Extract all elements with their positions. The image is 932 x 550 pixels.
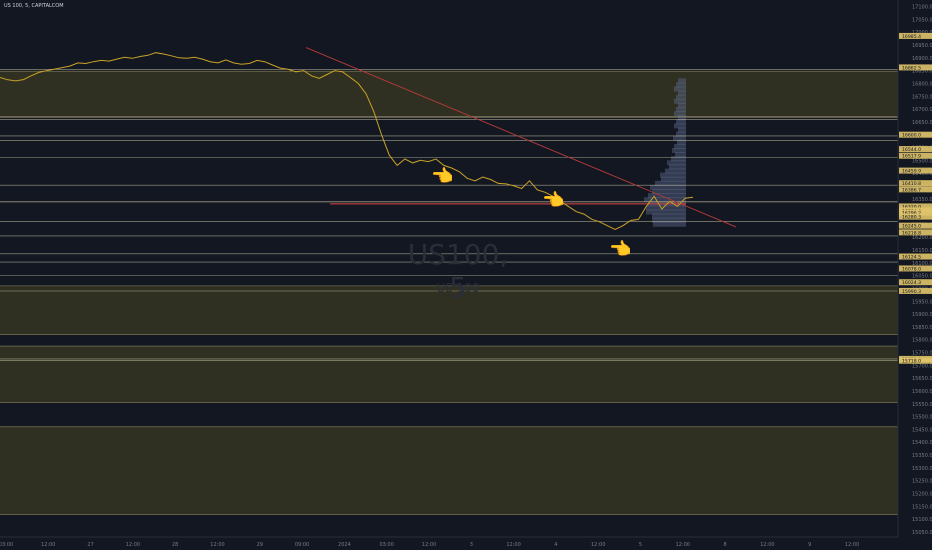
symbol-title: US 100, 5, CAPITALCOM <box>4 3 64 9</box>
price-label: 15990.3 <box>902 289 921 295</box>
x-tick-label: 12:00 <box>422 542 436 548</box>
x-tick-label: 03:00 <box>379 542 393 548</box>
y-tick-label: 15450.0 <box>912 427 932 433</box>
y-tick-label: 15500.0 <box>912 415 932 421</box>
y-tick-label: 16700.0 <box>912 107 932 113</box>
y-tick-label: 16150.0 <box>912 248 932 254</box>
y-tick-label: 15900.0 <box>912 312 932 318</box>
price-label: 16386.7 <box>902 187 921 193</box>
price-label: 16544.0 <box>902 147 921 153</box>
y-tick-label: 16800.0 <box>912 81 932 87</box>
x-tick-label: 12:00 <box>676 542 690 548</box>
x-tick-label: 5 <box>639 542 642 548</box>
y-tick-label: 15550.0 <box>912 402 932 408</box>
y-tick-label: 16950.0 <box>912 43 932 49</box>
x-tick-label: 12:00 <box>210 542 224 548</box>
price-label: 16985.4 <box>902 34 921 40</box>
y-tick-label: 15950.0 <box>912 299 932 305</box>
demand-zone <box>0 426 898 515</box>
y-tick-label: 17100.0 <box>912 5 932 11</box>
x-tick-label: 12:00 <box>760 542 774 548</box>
y-tick-label: 16350.0 <box>912 197 932 203</box>
price-label: 16459.9 <box>902 169 921 175</box>
y-tick-label: 15300.0 <box>912 466 932 472</box>
x-tick-label: 03:00 <box>0 542 13 548</box>
y-tick-label: 15150.0 <box>912 504 932 510</box>
y-tick-label: 17050.0 <box>912 17 932 23</box>
volume-profile-bar <box>653 221 686 227</box>
chart-area[interactable]: 17100.017050.017000.016950.016900.016850… <box>0 0 932 550</box>
demand-zone <box>0 71 898 118</box>
x-tick-label: 4 <box>554 542 557 548</box>
x-tick-label: 9 <box>808 542 811 548</box>
y-tick-label: 15650.0 <box>912 376 932 382</box>
pointing-hand-icon: 👈 <box>542 190 565 211</box>
x-tick-label: 12:00 <box>845 542 859 548</box>
y-tick-label: 16050.0 <box>912 274 932 280</box>
x-tick-label: 12:00 <box>506 542 520 548</box>
y-tick-label: 16750.0 <box>912 94 932 100</box>
x-tick-label: 8 <box>724 542 727 548</box>
price-label: 16078.0 <box>902 266 921 272</box>
price-label: 16218.8 <box>902 230 921 236</box>
price-label: 16862.5 <box>902 65 921 71</box>
watermark-name: US 100 <box>436 281 480 295</box>
demand-zone <box>0 346 898 403</box>
price-label: 16517.9 <box>902 154 921 160</box>
x-tick-label: 12:00 <box>126 542 140 548</box>
x-tick-label: 28 <box>172 542 178 548</box>
x-tick-label: 29 <box>257 542 263 548</box>
x-tick-label: 27 <box>87 542 93 548</box>
y-tick-label: 15100.0 <box>912 517 932 523</box>
pointing-hand-icon: 👈 <box>609 239 632 260</box>
y-tick-label: 15350.0 <box>912 453 932 459</box>
price-label: 16245.0 <box>902 224 921 230</box>
y-tick-label: 16650.0 <box>912 120 932 126</box>
pointing-hand-icon: 👈 <box>431 166 454 187</box>
price-label: 16024.3 <box>902 280 921 286</box>
price-label: 16410.8 <box>902 181 921 187</box>
y-tick-label: 15250.0 <box>912 479 932 485</box>
x-tick-label: 12:00 <box>591 542 605 548</box>
y-tick-label: 15600.0 <box>912 389 932 395</box>
x-tick-label: 3 <box>470 542 473 548</box>
y-tick-label: 15750.0 <box>912 351 932 357</box>
price-label: 16124.5 <box>902 255 921 261</box>
price-label: 16280.3 <box>902 215 921 221</box>
price-label: 16600.0 <box>902 133 921 139</box>
x-tick-label: 12:00 <box>41 542 55 548</box>
y-tick-label: 15400.0 <box>912 440 932 446</box>
y-tick-label: 16900.0 <box>912 56 932 62</box>
price-label: 15718.0 <box>902 359 921 365</box>
y-tick-label: 15800.0 <box>912 338 932 344</box>
y-tick-label: 15200.0 <box>912 491 932 497</box>
y-tick-label: 15850.0 <box>912 325 932 331</box>
x-tick-label: 2024 <box>338 542 351 548</box>
x-tick-label: 09:00 <box>295 542 309 548</box>
y-tick-label: 15050.0 <box>912 530 932 536</box>
